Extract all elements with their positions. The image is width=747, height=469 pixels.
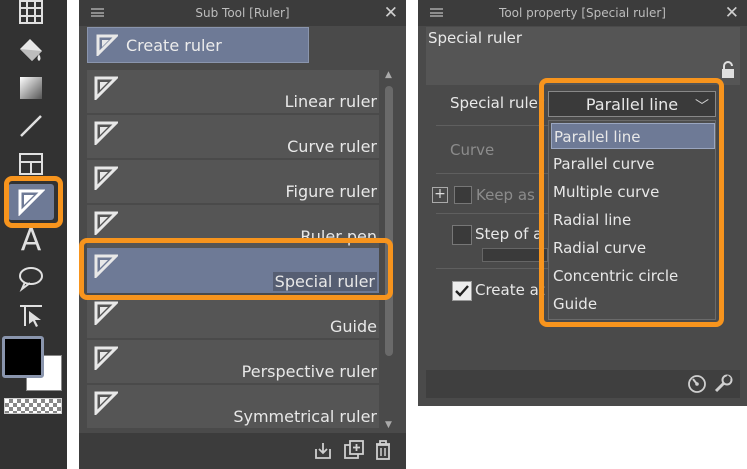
keep-aspect-checkbox[interactable] [454,186,472,204]
duplicate-icon[interactable] [343,439,365,461]
speech-balloon-icon [19,267,43,292]
sub-tool-item-label: Symmetrical ruler [233,407,377,426]
menu-icon[interactable] [430,8,443,17]
ruler-triangle-icon [94,121,118,145]
line-tool-button[interactable] [8,108,54,144]
correction-tool-button[interactable] [8,298,54,334]
ruler-tool-highlight [4,176,63,228]
grid-tool-button[interactable] [8,0,54,30]
gradient-tool-button[interactable] [8,70,54,106]
sub-tool-titlebar: Sub Tool [Ruler] ✕ [79,0,406,26]
expand-icon[interactable]: + [432,187,448,203]
scroll-thumb[interactable] [385,86,393,356]
import-icon[interactable] [313,441,333,461]
sub-tool-item-label: Perspective ruler [241,362,377,381]
sub-tool-item-guide[interactable]: Guide [87,295,379,338]
ruler-triangle-icon [94,301,118,325]
transparent-color-swatch[interactable] [4,398,62,414]
scroll-down-icon[interactable]: ▼ [385,420,392,430]
unlock-icon[interactable] [720,61,736,79]
special-ruler-highlight [79,238,393,300]
ruler-triangle-icon [94,346,118,370]
sub-tool-item-linear-ruler[interactable]: Linear ruler [87,70,379,113]
tool-property-title: Tool property [Special ruler] [499,6,666,20]
sub-tool-item-curve-ruler[interactable]: Curve ruler [87,115,379,158]
close-icon[interactable]: ✕ [725,3,739,23]
ruler-triangle-icon [94,391,118,415]
divider [436,213,548,214]
create-ruler-button[interactable]: Create ruler [87,27,309,63]
gradient-square-icon [20,77,42,99]
trash-icon[interactable] [373,439,393,461]
divider [436,173,548,174]
paint-bucket-icon [20,39,42,61]
close-icon[interactable]: ✕ [384,3,398,23]
sub-tool-item-perspective-ruler[interactable]: Perspective ruler [87,340,379,383]
sub-tool-panel: Sub Tool [Ruler] ✕ Create ruler Linear r… [79,0,406,469]
wrench-icon[interactable] [712,373,734,395]
ruler-triangle-icon [94,166,118,190]
curve-label: Curve [450,141,495,159]
divider [436,125,548,126]
sub-tool-item-label: Figure ruler [285,182,377,201]
keep-aspect-label: Keep as [476,186,535,204]
fill-tool-button[interactable] [8,32,54,68]
sub-tool-item-figure-ruler[interactable]: Figure ruler [87,160,379,203]
main-color-swatch[interactable] [2,336,44,378]
create-ruler-label: Create ruler [126,35,222,55]
sub-tool-bottom-bar [79,433,406,469]
sub-tool-item-label: Curve ruler [287,137,377,156]
line-icon [20,115,42,137]
sub-tool-item-label: Guide [330,317,377,336]
special-ruler-label: Special ruler [450,94,545,112]
sub-tool-title: Sub Tool [Ruler] [195,6,290,20]
ruler-triangle-icon [96,34,118,56]
sub-tool-item-symmetrical-ruler[interactable]: Symmetrical ruler [87,385,379,428]
tool-palette: A [0,0,67,469]
step-of-angle-label: Step of a [475,225,543,243]
scroll-up-icon[interactable]: ▲ [385,70,392,80]
frame-border-icon [19,153,43,175]
tool-property-footer [426,370,740,398]
dropdown-highlight [539,78,724,327]
check-icon [455,285,469,297]
ruler-triangle-icon [94,211,118,235]
tool-property-header-title: Special ruler [428,29,523,47]
tool-property-titlebar: Tool property [Special ruler] ✕ [418,0,747,26]
grid-icon [19,0,43,24]
tool-property-header: Special ruler [426,27,740,85]
sub-tool-item-label: Linear ruler [284,92,377,111]
create-at-checkbox[interactable] [452,281,472,301]
step-of-angle-checkbox[interactable] [452,225,472,245]
create-at-label: Create at [475,281,545,299]
menu-icon[interactable] [91,8,104,17]
balloon-tool-button[interactable] [8,260,54,296]
divider [436,268,548,269]
ruler-triangle-icon [94,76,118,100]
dial-icon[interactable] [686,373,708,395]
cursor-line-icon [20,305,42,327]
